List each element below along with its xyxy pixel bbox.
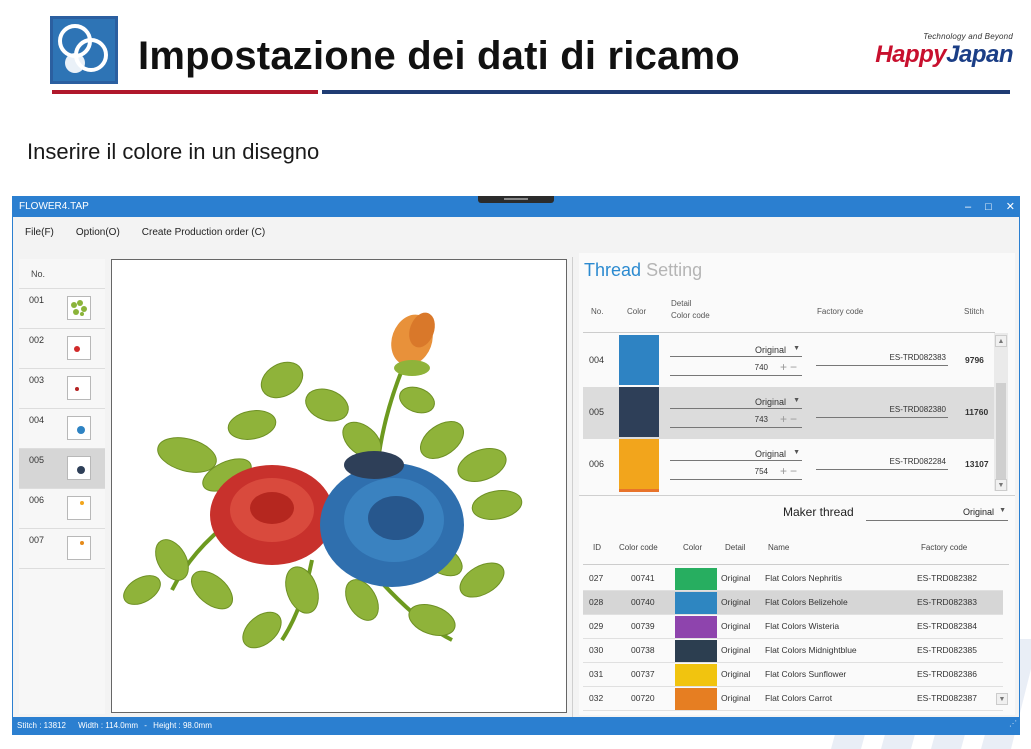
- close-icon[interactable]: ✕: [1006, 197, 1015, 217]
- status-width: Width : 114.0mm: [78, 721, 139, 730]
- tab-thread[interactable]: Thread: [584, 260, 641, 280]
- menu-bar: File(F) Option(O) Create Production orde…: [13, 217, 1019, 247]
- detail-select[interactable]: Original ▼: [670, 449, 802, 461]
- section-divider: [579, 495, 1015, 496]
- status-bar: Stitch : 13812 Width : 114.0mm - Height …: [13, 717, 1019, 734]
- window-drag-handle[interactable]: [478, 196, 554, 203]
- maker-row[interactable]: 029 00739 Original Flat Colors Wisteria …: [583, 615, 1003, 639]
- maximize-icon[interactable]: □: [985, 197, 992, 217]
- slide-subtitle: Inserire il colore in un disegno: [27, 139, 320, 164]
- maker-row[interactable]: 032 00720 Original Flat Colors Carrot ES…: [583, 687, 1003, 711]
- app-window: FLOWER4.TAP – □ ✕ File(F) Option(O) Crea…: [12, 196, 1020, 735]
- scroll-down-icon[interactable]: ▼: [996, 693, 1008, 705]
- detail-select[interactable]: Original ▼: [670, 345, 802, 357]
- menu-option[interactable]: Option(O): [76, 227, 120, 238]
- plus-minus-icon[interactable]: +−: [780, 360, 800, 374]
- chevron-down-icon: ▼: [793, 345, 800, 352]
- thread-row[interactable]: 005 Original ▼ 743 +− ES-TRD082380 11760: [583, 387, 995, 439]
- design-item-002[interactable]: 002: [19, 329, 105, 369]
- blue-dot-thumbnail-icon: [67, 416, 91, 440]
- thread-scrollbar[interactable]: [994, 333, 1008, 491]
- slide-logo: [50, 16, 118, 84]
- design-item-001[interactable]: 001: [19, 289, 105, 329]
- brand-tagline: Technology and Beyond: [923, 32, 1013, 41]
- color-swatch: [675, 592, 717, 614]
- header-rule-red: [52, 90, 318, 94]
- tab-setting[interactable]: Setting: [646, 260, 702, 280]
- maker-thread-label: Maker thread: [783, 505, 854, 519]
- scroll-up-icon[interactable]: ▲: [995, 335, 1007, 347]
- embroidery-canvas[interactable]: [111, 259, 567, 713]
- status-height: Height : 98.0mm: [153, 721, 212, 730]
- color-swatch: [675, 688, 717, 710]
- design-item-004[interactable]: 004: [19, 409, 105, 449]
- color-swatch: [675, 616, 717, 638]
- chevron-down-icon: ▼: [999, 507, 1006, 514]
- plus-minus-icon[interactable]: +−: [780, 412, 800, 426]
- color-code-stepper[interactable]: 740 +−: [670, 360, 802, 376]
- panel-title: Thread Setting: [584, 260, 702, 281]
- panel-divider[interactable]: [572, 257, 573, 717]
- design-list-header: No.: [19, 259, 105, 289]
- thread-panel: Thread Setting No. Color Detail Color co…: [579, 253, 1015, 715]
- chevron-down-icon: ▼: [793, 449, 800, 456]
- design-item-005[interactable]: 005: [19, 449, 105, 489]
- maker-thread-select[interactable]: Original ▼: [866, 503, 1008, 521]
- factory-code-field[interactable]: ES-TRD082284: [816, 457, 948, 470]
- brand-logo: Technology and Beyond HappyJapan: [875, 32, 1013, 69]
- color-swatch: [675, 568, 717, 590]
- navy-dot-thumbnail-icon: [67, 456, 91, 480]
- factory-code-field[interactable]: ES-TRD082380: [816, 405, 948, 418]
- resize-grip-icon[interactable]: ⋰: [1009, 715, 1017, 732]
- maker-row[interactable]: 028 00740 Original Flat Colors Belizehol…: [583, 591, 1003, 615]
- design-item-006[interactable]: 006: [19, 489, 105, 529]
- orange-dot-thumbnail-icon: [67, 496, 91, 520]
- scroll-down-icon[interactable]: ▼: [995, 479, 1007, 491]
- color-swatch: [675, 640, 717, 662]
- thread-row[interactable]: 004 Original ▼ 740 +− ES-TRD082383 9796: [583, 335, 995, 387]
- orange-dot-thumbnail-icon: [67, 536, 91, 560]
- status-stitch: Stitch : 13812: [17, 721, 66, 730]
- color-swatch[interactable]: [619, 335, 659, 385]
- red-dot-thumbnail-icon: [67, 376, 91, 400]
- header-rule-blue: [322, 90, 1010, 94]
- window-title: FLOWER4.TAP: [19, 201, 89, 212]
- rose-embroidery-image: [123, 312, 523, 649]
- color-code-stepper[interactable]: 743 +−: [670, 412, 802, 428]
- circles-logo-icon: [58, 24, 108, 73]
- design-item-007[interactable]: 007: [19, 529, 105, 569]
- minimize-icon[interactable]: –: [965, 197, 971, 217]
- plus-minus-icon[interactable]: +−: [780, 464, 800, 478]
- factory-code-field[interactable]: ES-TRD082383: [816, 353, 948, 366]
- scroll-thumb[interactable]: [996, 383, 1006, 479]
- brand-name: HappyJapan: [875, 41, 1013, 68]
- menu-file[interactable]: File(F): [25, 227, 54, 238]
- maker-row[interactable]: 030 00738 Original Flat Colors Midnightb…: [583, 639, 1003, 663]
- color-swatch: [675, 664, 717, 686]
- chevron-down-icon: ▼: [793, 397, 800, 404]
- thread-row[interactable]: 006 Original ▼ 754 +− ES-TRD082284 13107: [583, 439, 995, 491]
- red-dot-thumbnail-icon: [67, 336, 91, 360]
- color-code-stepper[interactable]: 754 +−: [670, 464, 802, 480]
- maker-row[interactable]: 027 00741 Original Flat Colors Nephritis…: [583, 567, 1003, 591]
- next-swatch-edge: [619, 489, 659, 492]
- design-item-003[interactable]: 003: [19, 369, 105, 409]
- color-swatch[interactable]: [619, 439, 659, 489]
- color-swatch[interactable]: [619, 387, 659, 437]
- detail-select[interactable]: Original ▼: [670, 397, 802, 409]
- design-list: No. 001 002 003 004 005 006 007: [19, 259, 105, 714]
- leaf-thumbnail-icon: [67, 296, 91, 320]
- slide-title: Impostazione dei dati di ricamo: [138, 34, 740, 78]
- menu-create-production-order[interactable]: Create Production order (C): [142, 227, 265, 238]
- maker-row[interactable]: 031 00737 Original Flat Colors Sunflower…: [583, 663, 1003, 687]
- thread-table-header: No. Color Detail Color code Factory code…: [583, 297, 995, 333]
- maker-table-header: ID Color code Color Detail Name Factory …: [583, 535, 1009, 565]
